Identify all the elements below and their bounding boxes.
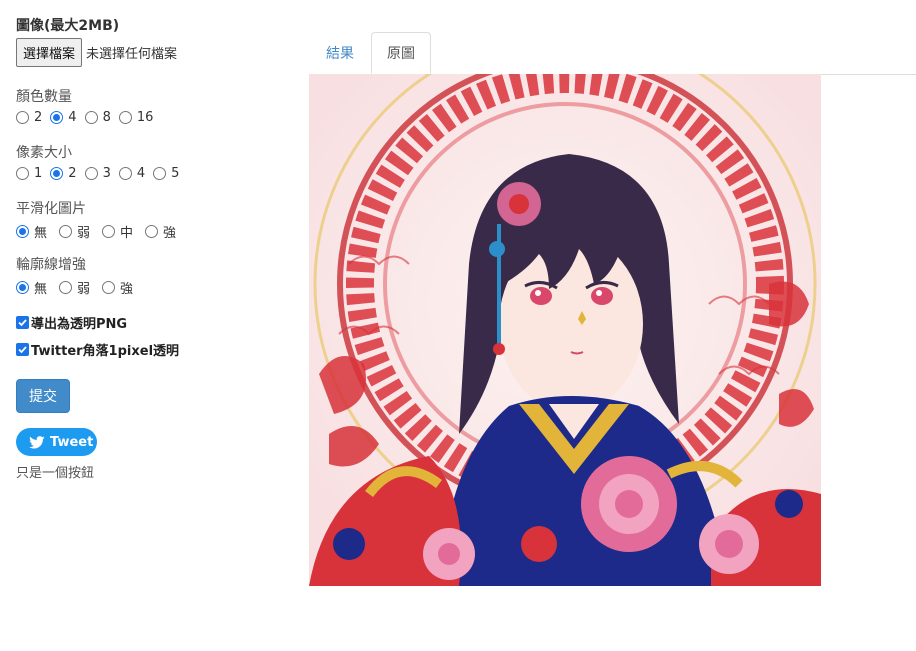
export-png-label: 導出為透明PNG: [31, 317, 128, 332]
smoothing-option-label: 強: [163, 226, 177, 241]
smoothing-option-strong[interactable]: 強: [145, 222, 176, 241]
color-count-option-label: 8: [102, 110, 111, 125]
smoothing-options: 無 弱 中 強: [16, 222, 184, 241]
pixel-size-option-4[interactable]: 4: [118, 166, 146, 181]
smoothing-label: 平滑化圖片: [16, 201, 86, 217]
radio-circle[interactable]: [84, 111, 98, 124]
smoothing-option-label: 中: [120, 226, 134, 241]
radio-circle[interactable]: [50, 167, 64, 180]
color-count-option-label: 4: [68, 110, 77, 125]
pixel-size-option-3[interactable]: 3: [84, 166, 111, 181]
smoothing-option-label: 無: [34, 226, 48, 241]
smoothing-option-none[interactable]: 無: [16, 222, 47, 241]
outline-option-none[interactable]: 無: [16, 278, 47, 297]
tweet-button[interactable]: Tweet: [16, 428, 97, 456]
twitter-corner-checkbox[interactable]: Twitter角落1pixel透明: [16, 340, 179, 359]
pixel-size-options: 1 2 3 4 5: [16, 166, 187, 181]
pixel-size-option-label: 5: [171, 166, 180, 181]
smoothing-option-weak[interactable]: 弱: [59, 222, 90, 241]
radio-circle[interactable]: [16, 281, 29, 294]
pixel-size-option-label: 4: [136, 166, 146, 181]
pixel-size-option-5[interactable]: 5: [153, 166, 179, 181]
checkbox-box[interactable]: [16, 343, 29, 356]
color-count-option-label: 16: [136, 110, 154, 125]
submit-button[interactable]: 提交: [16, 379, 70, 413]
smoothing-option-medium[interactable]: 中: [102, 222, 133, 241]
tab-original[interactable]: 原圖: [371, 32, 431, 74]
color-count-option-16[interactable]: 16: [118, 110, 154, 125]
color-count-label: 顏色數量: [16, 89, 72, 105]
radio-circle[interactable]: [59, 225, 73, 238]
color-count-option-label: 2: [34, 110, 43, 125]
anime-girl-illustration: [309, 74, 821, 586]
pixel-size-option-label: 3: [102, 166, 111, 181]
pixel-size-group: 像素大小 1 2 3 4 5: [16, 142, 187, 181]
outline-option-strong[interactable]: 強: [102, 278, 133, 297]
radio-circle[interactable]: [50, 111, 64, 124]
radio-circle[interactable]: [16, 225, 29, 238]
radio-circle[interactable]: [102, 281, 116, 294]
radio-circle[interactable]: [118, 167, 132, 180]
outline-option-label: 無: [34, 282, 48, 297]
pixel-size-option-1[interactable]: 1: [16, 166, 42, 181]
radio-circle[interactable]: [59, 281, 73, 294]
choose-file-button[interactable]: 選擇檔案: [16, 38, 83, 67]
pixel-size-option-2[interactable]: 2: [50, 166, 77, 181]
file-status: 未選擇任何檔案: [86, 47, 178, 62]
original-image: [309, 74, 821, 586]
pixel-size-option-label: 2: [68, 166, 77, 181]
pixel-size-option-label: 1: [34, 166, 43, 181]
radio-circle[interactable]: [84, 167, 98, 180]
smoothing-group: 平滑化圖片 無 弱 中 強: [16, 198, 184, 241]
outline-option-weak[interactable]: 弱: [59, 278, 90, 297]
button-note: 只是一個按鈕: [16, 466, 95, 481]
radio-circle[interactable]: [16, 167, 29, 180]
radio-circle[interactable]: [118, 111, 132, 124]
tab-result[interactable]: 結果: [309, 32, 371, 73]
file-input-row: 選擇檔案 未選擇任何檔案: [16, 38, 296, 67]
image-field: 圖像(最大2MB) 選擇檔案 未選擇任何檔案: [16, 16, 296, 67]
radio-circle[interactable]: [102, 225, 116, 238]
outline-option-label: 強: [120, 282, 134, 297]
checkbox-box[interactable]: [16, 316, 29, 329]
color-count-option-8[interactable]: 8: [84, 110, 111, 125]
outline-group: 輪廓線增強 無 弱 強: [16, 254, 141, 297]
color-count-option-2[interactable]: 2: [16, 110, 42, 125]
smoothing-option-label: 弱: [77, 226, 91, 241]
radio-circle[interactable]: [145, 225, 159, 238]
result-tabs: 結果 原圖: [309, 32, 916, 75]
tweet-label: Tweet: [50, 434, 94, 450]
outline-options: 無 弱 強: [16, 278, 141, 297]
image-field-label: 圖像(最大2MB): [16, 18, 120, 34]
radio-circle[interactable]: [153, 167, 167, 180]
export-png-checkbox[interactable]: 導出為透明PNG: [16, 313, 127, 332]
outline-option-label: 弱: [77, 282, 91, 297]
twitter-bird-icon: [29, 435, 45, 449]
radio-circle[interactable]: [16, 111, 29, 124]
twitter-corner-label: Twitter角落1pixel透明: [31, 344, 180, 359]
color-count-group: 顏色數量 2 4 8 16: [16, 86, 161, 125]
color-count-options: 2 4 8 16: [16, 110, 161, 125]
pixel-size-label: 像素大小: [16, 145, 72, 161]
color-count-option-4[interactable]: 4: [50, 110, 77, 125]
outline-label: 輪廓線增強: [16, 257, 86, 273]
